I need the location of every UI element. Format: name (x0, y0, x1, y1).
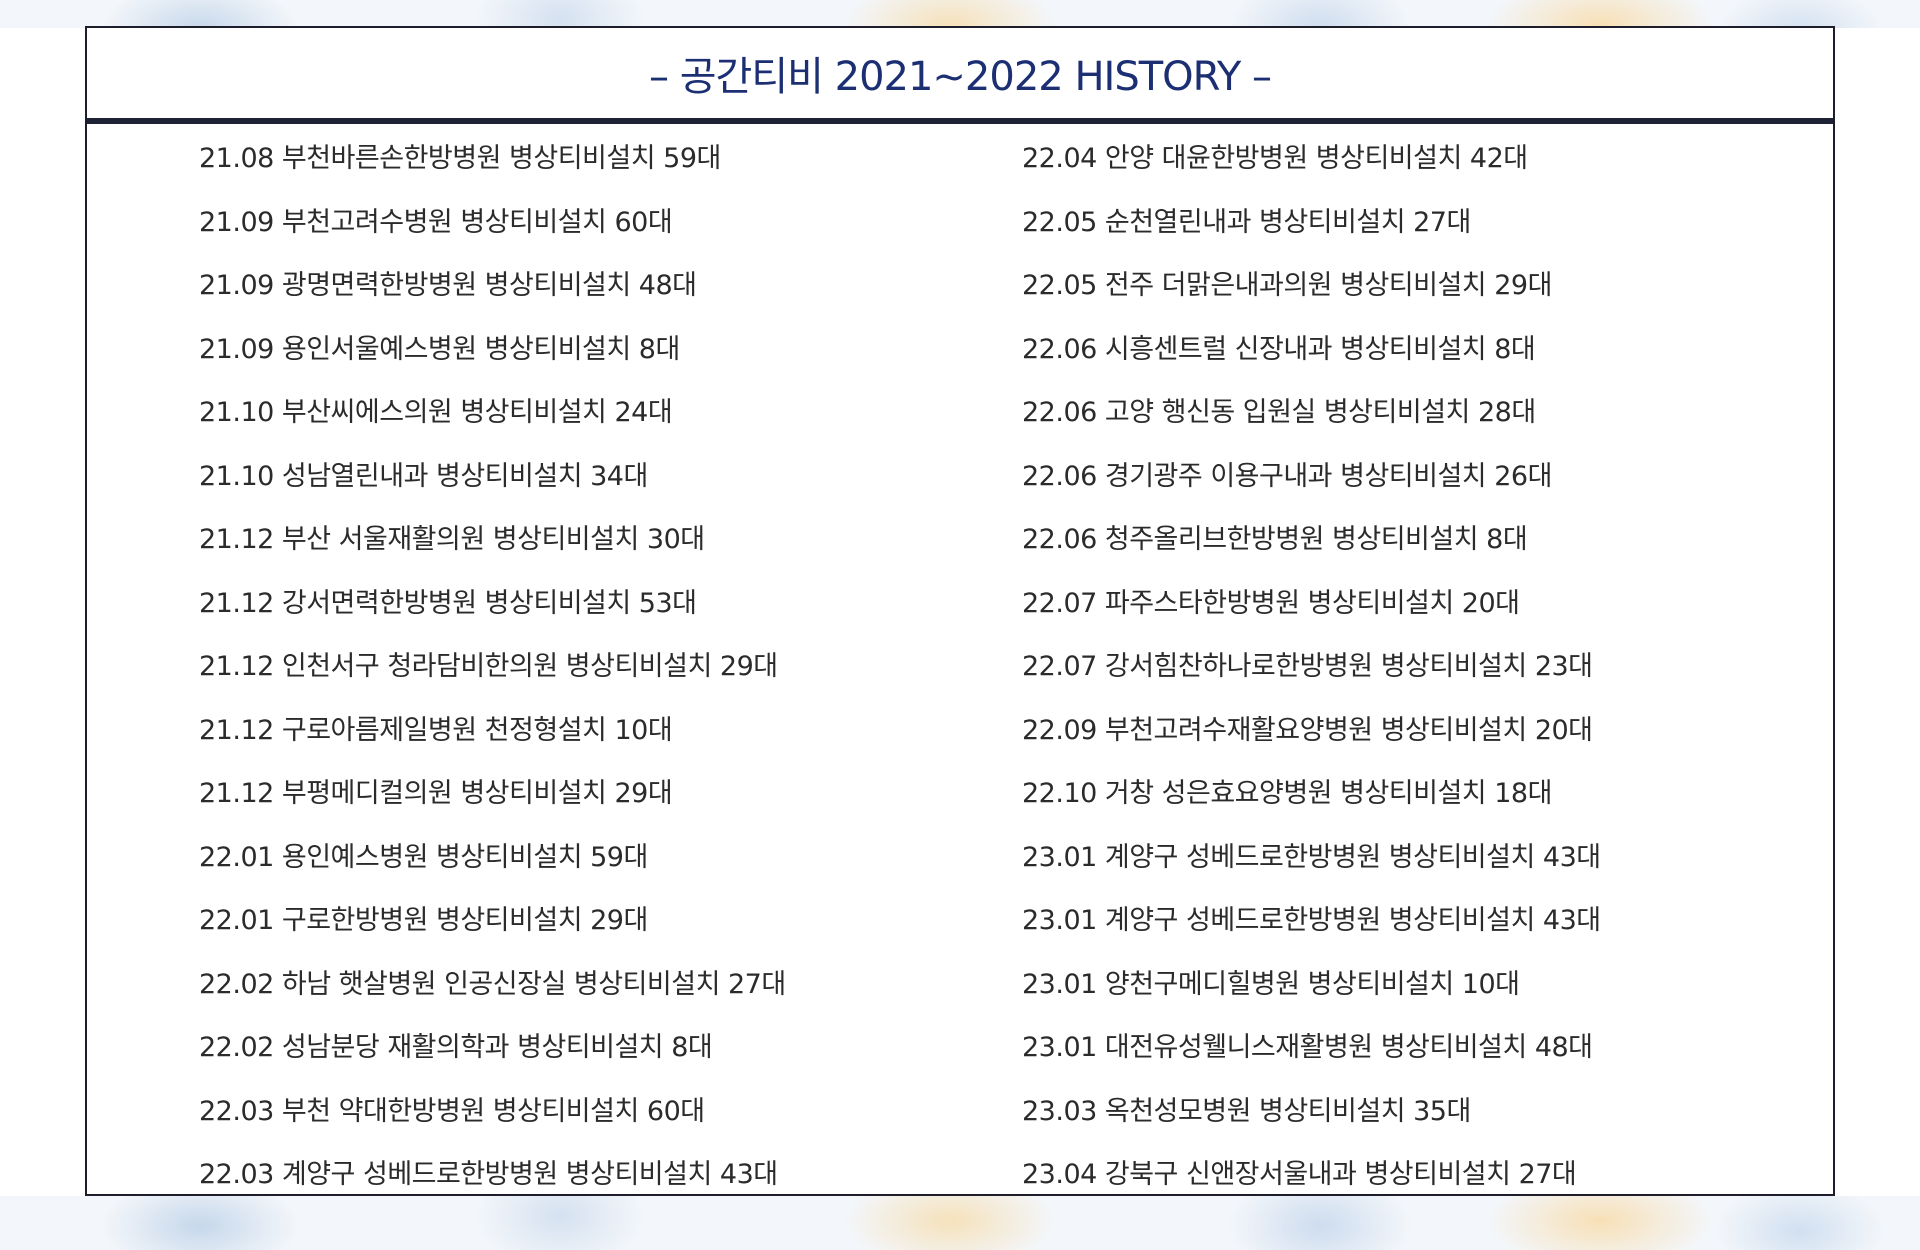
list-item: 23.03 옥천성모병원 병상티비설치 35대 (1022, 1095, 1471, 1127)
list-item: 23.01 계양구 성베드로한방병원 병상티비설치 43대 (1022, 841, 1601, 873)
list-item: 21.12 인천서구 청라담비한의원 병상티비설치 29대 (199, 651, 778, 682)
history-page: – 공간티비 2021~2022 HISTORY – 21.08 부천바른손한방… (0, 0, 1920, 1250)
list-item: 23.01 양천구메디힐병원 병상티비설치 10대 (1022, 968, 1520, 1000)
list-item: 21.12 강서면력한방병원 병상티비설치 53대 (199, 587, 697, 619)
list-item: 23.01 대전유성웰니스재활병원 병상티비설치 48대 (1022, 1032, 1593, 1063)
history-list-left: 21.08 부천바른손한방병원 병상티비설치 59대 21.09 부천고려수병원… (199, 142, 786, 1222)
list-item: 22.06 경기광주 이용구내과 병상티비설치 26대 (1022, 460, 1552, 492)
list-item: 21.09 부천고려수병원 병상티비설치 60대 (199, 206, 673, 238)
list-item: 21.08 부천바른손한방병원 병상티비설치 59대 (199, 143, 721, 174)
list-item: 22.04 안양 대윤한방병원 병상티비설치 42대 (1022, 143, 1528, 174)
list-item: 22.05 전주 더맑은내과의원 병상티비설치 29대 (1022, 270, 1552, 301)
list-item: 22.07 강서힘찬하나로한방병원 병상티비설치 23대 (1022, 651, 1593, 682)
list-item: 22.09 부천고려수재활요양병원 병상티비설치 20대 (1022, 714, 1593, 746)
list-item: 22.06 청주올리브한방병원 병상티비설치 8대 (1022, 524, 1528, 555)
list-item: 22.05 순천열린내과 병상티비설치 27대 (1022, 206, 1471, 238)
page-title: – 공간티비 2021~2022 HISTORY – (648, 54, 1272, 100)
history-panel: – 공간티비 2021~2022 HISTORY – 21.08 부천바른손한방… (85, 26, 1835, 1196)
floral-banner-top (0, 0, 1920, 28)
list-item: 21.09 용인서울예스병원 병상티비설치 8대 (199, 333, 680, 365)
list-item: 21.09 광명면력한방병원 병상티비설치 48대 (199, 270, 697, 301)
list-item: 22.06 시흥센트럴 신장내과 병상티비설치 8대 (1022, 333, 1536, 365)
list-item: 22.01 구로한방병원 병상티비설치 29대 (199, 905, 648, 936)
list-item: 21.10 성남열린내과 병상티비설치 34대 (199, 460, 648, 492)
title-bar: – 공간티비 2021~2022 HISTORY – (87, 28, 1833, 124)
list-item: 22.02 하남 햇살병원 인공신장실 병상티비설치 27대 (199, 968, 786, 1000)
list-item: 22.10 거창 성은효요양병원 병상티비설치 18대 (1022, 778, 1552, 809)
list-item: 21.12 부산 서울재활의원 병상티비설치 30대 (199, 524, 705, 555)
history-list-right: 22.04 안양 대윤한방병원 병상티비설치 42대 22.05 순천열린내과 … (1022, 142, 1601, 1222)
list-item: 21.12 구로아름제일병원 천정형설치 10대 (199, 714, 673, 746)
list-item: 22.07 파주스타한방병원 병상티비설치 20대 (1022, 587, 1520, 619)
list-item: 21.12 부평메디컬의원 병상티비설치 29대 (199, 778, 673, 809)
list-item: 21.10 부산씨에스의원 병상티비설치 24대 (199, 397, 673, 428)
floral-banner-bottom (0, 1196, 1920, 1250)
list-item: 22.03 부천 약대한방병원 병상티비설치 60대 (199, 1095, 705, 1127)
list-item: 22.02 성남분당 재활의학과 병상티비설치 8대 (199, 1032, 713, 1063)
list-item: 22.06 고양 행신동 입원실 병상티비설치 28대 (1022, 397, 1536, 428)
list-item: 22.01 용인예스병원 병상티비설치 59대 (199, 841, 648, 873)
list-item: 23.01 계양구 성베드로한방병원 병상티비설치 43대 (1022, 905, 1601, 936)
